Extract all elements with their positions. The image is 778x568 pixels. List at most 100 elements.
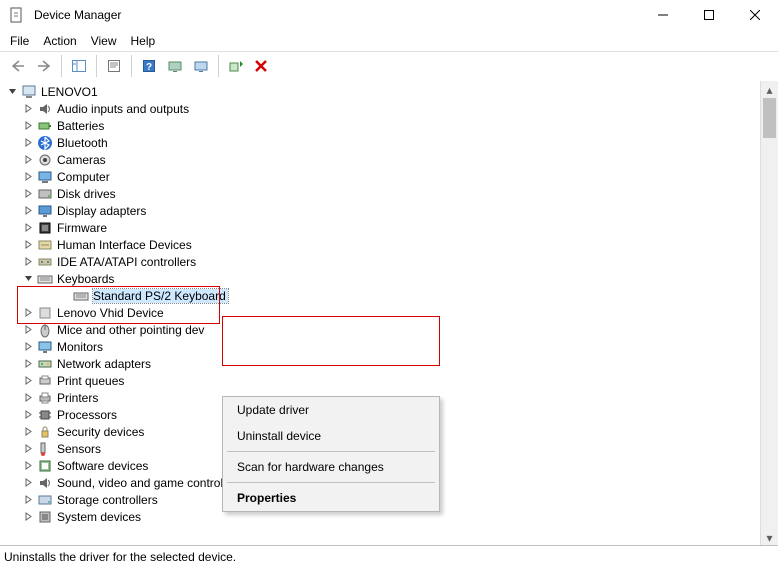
scroll-down-arrow[interactable]: ▾: [761, 529, 778, 546]
collapse-icon[interactable]: [20, 271, 36, 287]
minimize-button[interactable]: [640, 0, 686, 30]
twisty-placeholder: [56, 288, 72, 304]
menu-help[interactable]: Help: [125, 32, 162, 50]
tree-item-mouse[interactable]: Mice and other pointing dev: [0, 321, 760, 338]
show-hide-tree-button[interactable]: [67, 55, 91, 77]
expand-icon[interactable]: [20, 356, 36, 372]
expand-icon[interactable]: [20, 475, 36, 491]
collapse-icon[interactable]: [4, 84, 20, 100]
scroll-up-arrow[interactable]: ▴: [761, 81, 778, 98]
scan-hardware-button[interactable]: [189, 55, 213, 77]
expand-icon[interactable]: [20, 101, 36, 117]
statusbar: Uninstalls the driver for the selected d…: [0, 545, 778, 568]
update-driver-button[interactable]: [163, 55, 187, 77]
tree-item-monitor[interactable]: Monitors: [0, 338, 760, 355]
expand-icon[interactable]: [20, 254, 36, 270]
forward-button[interactable]: [32, 55, 56, 77]
menubar: File Action View Help: [0, 31, 778, 51]
expand-icon[interactable]: [20, 169, 36, 185]
expand-icon[interactable]: [20, 373, 36, 389]
tree-item-label: Computer: [57, 170, 110, 184]
scroll-thumb[interactable]: [763, 98, 776, 138]
expand-icon[interactable]: [20, 407, 36, 423]
tree-item-bluetooth[interactable]: Bluetooth: [0, 134, 760, 151]
tree-item-computer[interactable]: Computer: [0, 168, 760, 185]
menu-file[interactable]: File: [4, 32, 35, 50]
tree-item-battery[interactable]: Batteries: [0, 117, 760, 134]
tree-item-printq[interactable]: Print queues: [0, 372, 760, 389]
context-properties[interactable]: Properties: [223, 485, 439, 511]
tree-item-keyboard[interactable]: Keyboards: [0, 270, 760, 287]
expand-icon[interactable]: [20, 441, 36, 457]
expand-icon[interactable]: [20, 424, 36, 440]
menu-view[interactable]: View: [85, 32, 123, 50]
tree-item-label: Sensors: [57, 442, 101, 456]
back-button[interactable]: [6, 55, 30, 77]
tree-item-label: Security devices: [57, 425, 144, 439]
expand-icon[interactable]: [20, 152, 36, 168]
context-menu: Update driver Uninstall device Scan for …: [222, 396, 440, 512]
storage-icon: [37, 492, 53, 508]
mouse-icon: [37, 322, 53, 338]
tree-item-generic[interactable]: Lenovo Vhid Device: [0, 304, 760, 321]
tree-item-label: Firmware: [57, 221, 107, 235]
tree-item-keyboard-child[interactable]: Standard PS/2 Keyboard: [0, 287, 760, 304]
expand-icon[interactable]: [20, 458, 36, 474]
enable-device-button[interactable]: [224, 55, 248, 77]
expand-icon[interactable]: [20, 305, 36, 321]
tree-item-camera[interactable]: Cameras: [0, 151, 760, 168]
bluetooth-icon: [37, 135, 53, 151]
tree-item-disk[interactable]: Disk drives: [0, 185, 760, 202]
tree-item-label: Processors: [57, 408, 117, 422]
toolbar: ?: [0, 51, 778, 81]
tree-item-firmware[interactable]: Firmware: [0, 219, 760, 236]
expand-icon[interactable]: [20, 237, 36, 253]
monitor-icon: [37, 339, 53, 355]
expand-icon[interactable]: [20, 339, 36, 355]
expand-icon[interactable]: [20, 390, 36, 406]
tree-item-label: Mice and other pointing dev: [57, 323, 204, 337]
ide-icon: [37, 254, 53, 270]
close-button[interactable]: [732, 0, 778, 30]
tree-item-label: Printers: [57, 391, 98, 405]
expand-icon[interactable]: [20, 118, 36, 134]
uninstall-device-button[interactable]: [250, 55, 274, 77]
help-button[interactable]: ?: [137, 55, 161, 77]
audio-icon: [37, 101, 53, 117]
expand-icon[interactable]: [20, 492, 36, 508]
context-scan-hardware[interactable]: Scan for hardware changes: [223, 454, 439, 480]
properties-button[interactable]: [102, 55, 126, 77]
computer-icon: [37, 169, 53, 185]
network-icon: [37, 356, 53, 372]
tree-item-label: Lenovo Vhid Device: [57, 306, 164, 320]
expand-icon[interactable]: [20, 220, 36, 236]
expand-icon[interactable]: [20, 203, 36, 219]
menu-action[interactable]: Action: [37, 32, 82, 50]
expand-icon[interactable]: [20, 509, 36, 525]
tree-item-ide[interactable]: IDE ATA/ATAPI controllers: [0, 253, 760, 270]
titlebar: Device Manager: [0, 0, 778, 31]
software-icon: [37, 458, 53, 474]
expand-icon[interactable]: [20, 135, 36, 151]
tree-item-label: LENOVO1: [41, 85, 98, 99]
tree-root[interactable]: LENOVO1: [0, 83, 760, 100]
tree-item-label: Storage controllers: [57, 493, 158, 507]
cpu-icon: [37, 407, 53, 423]
maximize-button[interactable]: [686, 0, 732, 30]
tree-item-display[interactable]: Display adapters: [0, 202, 760, 219]
status-text: Uninstalls the driver for the selected d…: [4, 550, 236, 564]
tree-item-network[interactable]: Network adapters: [0, 355, 760, 372]
window-controls: [640, 0, 778, 30]
tree-item-label: Human Interface Devices: [57, 238, 192, 252]
expand-icon[interactable]: [20, 322, 36, 338]
expand-icon[interactable]: [20, 186, 36, 202]
vertical-scrollbar[interactable]: ▴ ▾: [760, 81, 778, 546]
tree-item-label: Keyboards: [57, 272, 114, 286]
tree-item-hid[interactable]: Human Interface Devices: [0, 236, 760, 253]
context-update-driver[interactable]: Update driver: [223, 397, 439, 423]
context-uninstall-device[interactable]: Uninstall device: [223, 423, 439, 449]
tree-item-label: Monitors: [57, 340, 103, 354]
tree-item-audio[interactable]: Audio inputs and outputs: [0, 100, 760, 117]
tree-item-label: Cameras: [57, 153, 106, 167]
system-icon: [37, 509, 53, 525]
